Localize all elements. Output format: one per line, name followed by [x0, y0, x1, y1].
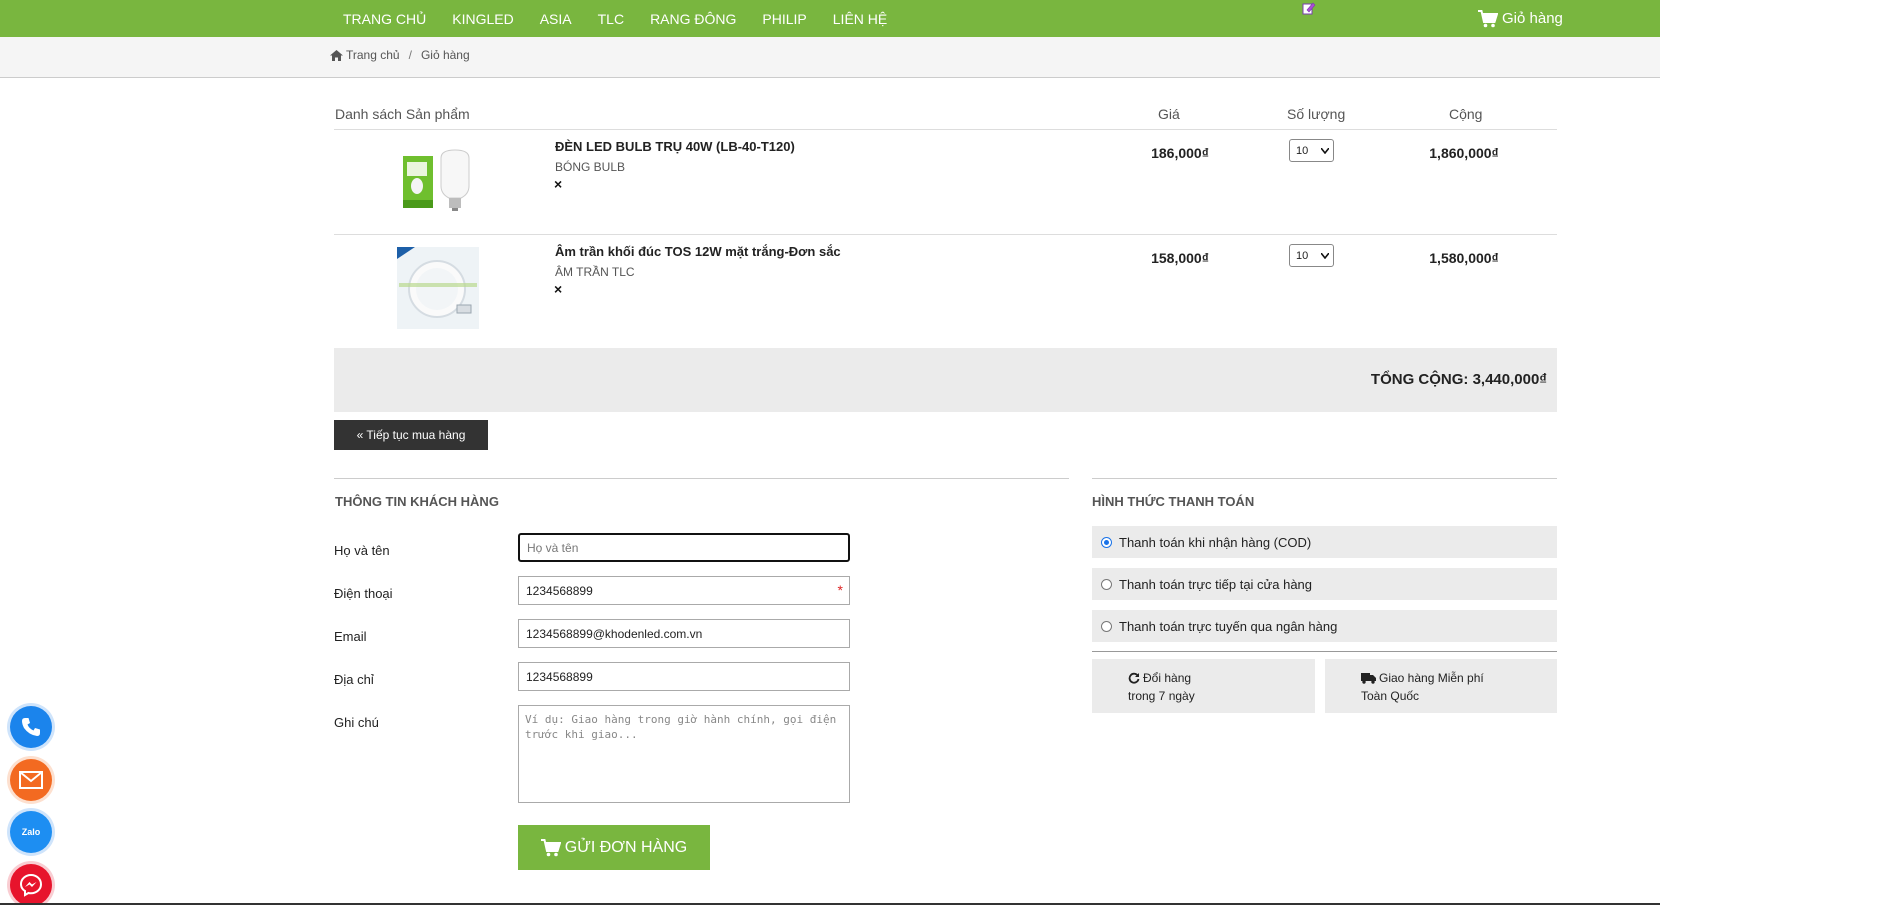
floating-phone-button[interactable] [10, 706, 52, 748]
line-total: 1,580,000₫ [1429, 250, 1499, 266]
page: TRANG CHỦ KINGLED ASIA TLC RANG ĐÔNG PHI… [0, 0, 1886, 905]
floating-zalo-button[interactable]: Zalo [10, 811, 52, 853]
submit-order-button[interactable]: GỬI ĐƠN HÀNG [518, 825, 710, 870]
cart-icon [540, 838, 561, 856]
payment-option-store[interactable]: Thanh toán trực tiếp tại cửa hàng [1092, 568, 1557, 600]
nav-item-rang-dong[interactable]: RANG ĐÔNG [650, 11, 736, 27]
product-image-led-bulb[interactable] [397, 142, 479, 224]
floating-email-button[interactable] [10, 759, 52, 801]
phone-label: Điện thoại [334, 586, 393, 601]
policy-exchange-line1: Đổi hàng [1143, 671, 1192, 685]
payment-section: HÌNH THỨC THANH TOÁN Thanh toán khi nhận… [1092, 478, 1557, 713]
remove-item-icon[interactable]: × [554, 176, 562, 192]
payment-option-bank[interactable]: Thanh toán trực tuyến qua ngân hàng [1092, 610, 1557, 642]
policy-exchange-line2: trong 7 ngày [1128, 689, 1195, 703]
note-textarea[interactable]: Ví dụ: Giao hàng trong giờ hành chính, g… [518, 705, 850, 803]
line-total: 1,860,000₫ [1429, 145, 1499, 161]
header-products: Danh sách Sản phẩm [335, 106, 470, 122]
grand-total: TỔNG CỘNG: 3,440,000₫ [1370, 371, 1547, 388]
cart-table-header: Danh sách Sản phẩm Giá Số lượng Cộng [334, 100, 1557, 130]
payment-option-label: Thanh toán trực tuyến qua ngân hàng [1119, 618, 1338, 634]
phone-input[interactable]: 1234568899 * [518, 576, 850, 605]
product-price: 186,000₫ [1151, 145, 1209, 161]
quantity-value: 10 [1296, 249, 1309, 262]
nav-item-philip[interactable]: PHILIP [762, 11, 806, 27]
refresh-icon [1128, 672, 1140, 684]
header-quantity: Số lượng [1287, 106, 1346, 122]
cart-link[interactable]: Giỏ hàng [1478, 0, 1563, 37]
nav-item-kingled[interactable]: KINGLED [452, 11, 513, 27]
chevron-down-icon [1321, 252, 1329, 259]
radio-store[interactable] [1101, 578, 1112, 590]
quantity-select[interactable]: 10 [1289, 139, 1334, 162]
address-input[interactable]: 1234568899 [518, 662, 850, 691]
payment-divider [1092, 651, 1557, 652]
truck-icon [1361, 672, 1376, 684]
product-price: 158,000₫ [1151, 250, 1209, 266]
note-label: Ghi chú [334, 715, 379, 730]
continue-shopping-button[interactable]: « Tiếp tục mua hàng [334, 420, 488, 450]
submit-order-label: GỬI ĐƠN HÀNG [564, 838, 688, 856]
payment-option-label: Thanh toán khi nhận hàng (COD) [1119, 534, 1312, 550]
chevron-down-icon [1321, 147, 1329, 154]
nav-item-home[interactable]: TRANG CHỦ [343, 11, 426, 27]
policy-shipping: Giao hàng Miễn phí Toàn Quốc [1325, 659, 1557, 713]
cart-row: Âm trần khối đúc TOS 12W mặt trắng-Đơn s… [334, 235, 1557, 340]
policy-exchange: Đổi hàng trong 7 ngày [1092, 659, 1315, 713]
breadcrumb-home[interactable]: Trang chủ [330, 48, 400, 62]
floating-messenger-button[interactable] [10, 864, 52, 905]
top-navbar: TRANG CHỦ KINGLED ASIA TLC RANG ĐÔNG PHI… [0, 0, 1660, 37]
name-label: Họ và tên [334, 543, 390, 558]
required-marker: * [837, 582, 843, 598]
cart-row: ĐÈN LED BULB TRỤ 40W (LB-40-T120) BÓNG B… [334, 130, 1557, 235]
header-total: Cộng [1449, 106, 1483, 122]
phone-icon [22, 718, 40, 736]
breadcrumb-current: Giỏ hàng [420, 48, 470, 62]
phone-value: 1234568899 [526, 583, 593, 598]
radio-bank[interactable] [1101, 620, 1112, 632]
name-input[interactable]: Họ và tên [518, 533, 850, 562]
header-price: Giá [1158, 106, 1180, 122]
product-name[interactable]: Âm trần khối đúc TOS 12W mặt trắng-Đơn s… [555, 244, 841, 259]
product-image-downlight[interactable] [397, 247, 479, 329]
customer-info-title: THÔNG TIN KHÁCH HÀNG [335, 494, 499, 509]
edit-icon[interactable] [1302, 1, 1316, 15]
breadcrumb-home-label: Trang chủ [346, 48, 400, 62]
breadcrumb-bar: Trang chủ / Giỏ hàng [0, 37, 1660, 78]
main-menu: TRANG CHỦ KINGLED ASIA TLC RANG ĐÔNG PHI… [343, 0, 913, 37]
quantity-value: 10 [1296, 144, 1309, 157]
product-category: BÓNG BULB [555, 160, 626, 174]
email-label: Email [334, 629, 367, 644]
breadcrumb: Trang chủ / Giỏ hàng [330, 48, 470, 62]
payment-option-label: Thanh toán trực tiếp tại cửa hàng [1119, 576, 1313, 592]
quantity-select[interactable]: 10 [1289, 244, 1334, 267]
cart-table: Danh sách Sản phẩm Giá Số lượng Cộng ĐÈN… [334, 100, 1557, 340]
nav-item-contact[interactable]: LIÊN HỆ [833, 11, 887, 27]
product-category: ÂM TRẦN TLC [555, 265, 635, 279]
cart-link-label: Giỏ hàng [1502, 10, 1563, 27]
remove-item-icon[interactable]: × [554, 281, 562, 297]
cart-icon [1478, 9, 1498, 27]
payment-option-cod[interactable]: Thanh toán khi nhận hàng (COD) [1092, 526, 1557, 558]
messenger-icon [19, 873, 43, 897]
product-name[interactable]: ĐÈN LED BULB TRỤ 40W (LB-40-T120) [555, 139, 795, 154]
grand-total-bar: TỔNG CỘNG: 3,440,000₫ [334, 348, 1557, 412]
policy-shipping-line2: Toàn Quốc [1361, 689, 1420, 703]
nav-item-asia[interactable]: ASIA [540, 11, 572, 27]
policy-shipping-line1: Giao hàng Miễn phí [1379, 671, 1484, 685]
zalo-icon: Zalo [21, 827, 41, 837]
payment-title: HÌNH THỨC THANH TOÁN [1092, 494, 1255, 509]
home-icon [330, 49, 343, 61]
customer-info-section: THÔNG TIN KHÁCH HÀNG Họ và tên Họ và tên… [334, 478, 1069, 870]
nav-item-tlc[interactable]: TLC [598, 11, 624, 27]
email-input[interactable]: 1234568899@khodenled.com.vn [518, 619, 850, 648]
breadcrumb-separator: / [408, 48, 412, 62]
radio-cod[interactable] [1101, 536, 1112, 548]
address-label: Địa chỉ [334, 672, 374, 687]
mail-icon [19, 771, 43, 789]
